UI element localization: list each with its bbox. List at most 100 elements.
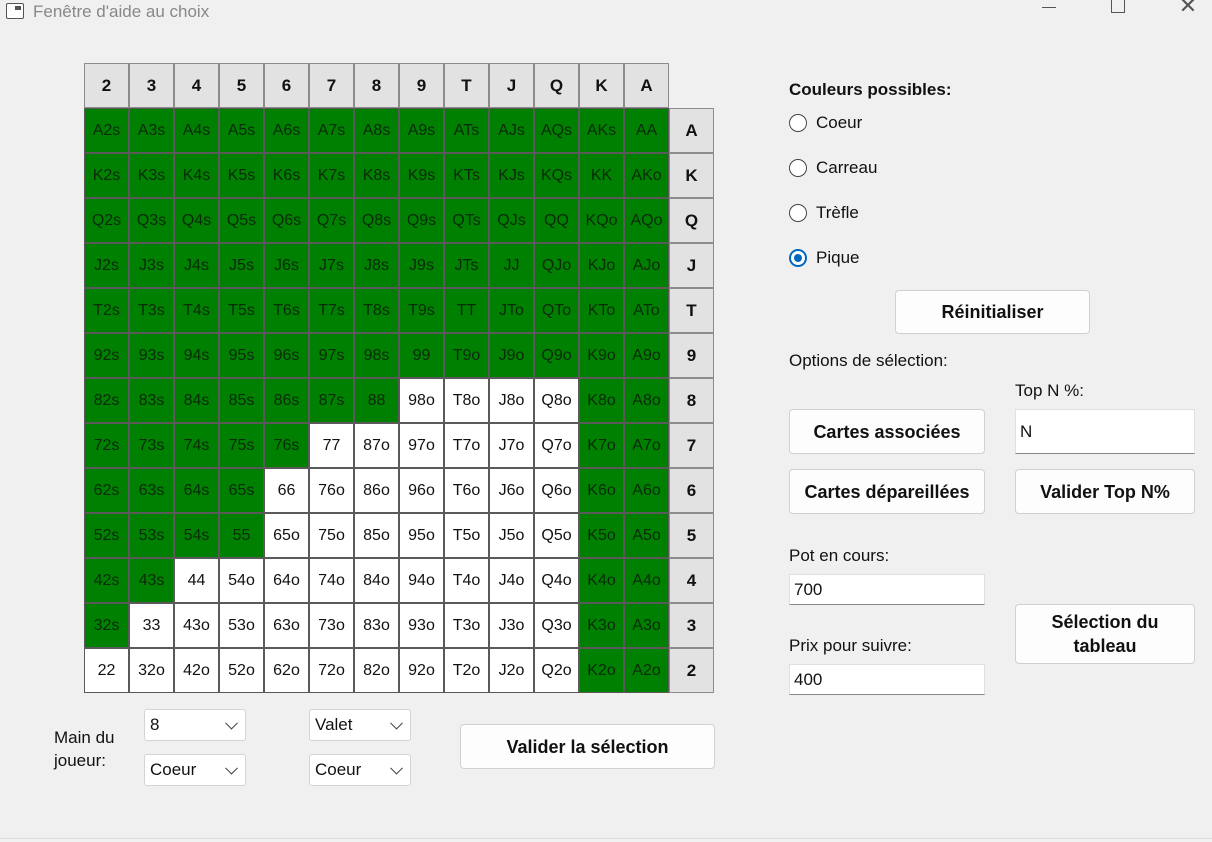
radio-trefle[interactable]: Trèfle [789, 203, 859, 223]
hand-cell[interactable]: K4o [579, 558, 624, 603]
hand-cell[interactable]: T2o [444, 648, 489, 693]
hand-cell[interactable]: 82o [354, 648, 399, 693]
hand-cell[interactable]: 94s [174, 333, 219, 378]
hand-cell[interactable]: K8o [579, 378, 624, 423]
hand-cell[interactable]: T8s [354, 288, 399, 333]
hand-cell[interactable]: A6s [264, 108, 309, 153]
hand-cell[interactable]: J4s [174, 243, 219, 288]
hand-cell[interactable]: KJs [489, 153, 534, 198]
hand-cell[interactable]: 97s [309, 333, 354, 378]
radio-pique[interactable]: Pique [789, 248, 859, 268]
hand-cell[interactable]: K8s [354, 153, 399, 198]
maximize-button[interactable] [1095, 0, 1141, 24]
hand-cell[interactable]: 95s [219, 333, 264, 378]
hand-cell[interactable]: Q3s [129, 198, 174, 243]
hand-cell[interactable]: J2s [84, 243, 129, 288]
hand-cell[interactable]: K4s [174, 153, 219, 198]
hand-cell[interactable]: 42o [174, 648, 219, 693]
hand-cell[interactable]: T9s [399, 288, 444, 333]
validate-top-n-button[interactable]: Valider Top N% [1015, 469, 1195, 514]
hand-cell[interactable]: J3s [129, 243, 174, 288]
hand-cell[interactable]: T7o [444, 423, 489, 468]
hand-cell[interactable]: J8s [354, 243, 399, 288]
hand-cell[interactable]: Q4o [534, 558, 579, 603]
hand-cell[interactable]: 75o [309, 513, 354, 558]
hand-cell[interactable]: Q8o [534, 378, 579, 423]
hand-cell[interactable]: J7s [309, 243, 354, 288]
radio-carreau[interactable]: Carreau [789, 158, 877, 178]
hand-cell[interactable]: QTs [444, 198, 489, 243]
pot-input[interactable]: 700 [789, 574, 985, 605]
hand-cell[interactable]: 54s [174, 513, 219, 558]
hand-cell[interactable]: J5o [489, 513, 534, 558]
hand-cell[interactable]: 87s [309, 378, 354, 423]
hand-cell[interactable]: A4o [624, 558, 669, 603]
hand-cell[interactable]: Q7s [309, 198, 354, 243]
close-button[interactable]: ✕ [1165, 0, 1211, 24]
hand-cell[interactable]: K7s [309, 153, 354, 198]
hand-cell[interactable]: J7o [489, 423, 534, 468]
validate-selection-button[interactable]: Valider la sélection [460, 724, 715, 769]
hand-cell[interactable]: QQ [534, 198, 579, 243]
hand-cell[interactable]: 52o [219, 648, 264, 693]
hand-cell[interactable]: JJ [489, 243, 534, 288]
hand-cell[interactable]: AA [624, 108, 669, 153]
hand-cell[interactable]: 62s [84, 468, 129, 513]
hand-cell[interactable]: 54o [219, 558, 264, 603]
hand-cell[interactable]: 86o [354, 468, 399, 513]
hand-cell[interactable]: KTo [579, 288, 624, 333]
hand-cell[interactable]: KQs [534, 153, 579, 198]
hand-cell[interactable]: A7s [309, 108, 354, 153]
hand-cell[interactable]: T4s [174, 288, 219, 333]
hand-cell[interactable]: A5o [624, 513, 669, 558]
hand-cell[interactable]: T8o [444, 378, 489, 423]
hand-cell[interactable]: 63s [129, 468, 174, 513]
hand-cell[interactable]: 93o [399, 603, 444, 648]
hand-cell[interactable]: J6s [264, 243, 309, 288]
hand-cell[interactable]: KK [579, 153, 624, 198]
hand-cell[interactable]: K2o [579, 648, 624, 693]
reset-button[interactable]: Réinitialiser [895, 290, 1090, 334]
hand-cell[interactable]: 53s [129, 513, 174, 558]
top-n-input[interactable]: N [1015, 409, 1195, 454]
hand-cell[interactable]: TT [444, 288, 489, 333]
hand-cell[interactable]: 73o [309, 603, 354, 648]
hand-cell[interactable]: A4s [174, 108, 219, 153]
hand-cell[interactable]: 84s [174, 378, 219, 423]
hand-cell[interactable]: 97o [399, 423, 444, 468]
hand-cell[interactable]: 64s [174, 468, 219, 513]
hand-cell[interactable]: 84o [354, 558, 399, 603]
hand-cell[interactable]: K3s [129, 153, 174, 198]
hand-cell[interactable]: AJo [624, 243, 669, 288]
hand-cell[interactable]: 55 [219, 513, 264, 558]
hand-cell[interactable]: Q9s [399, 198, 444, 243]
hand-cell[interactable]: J9o [489, 333, 534, 378]
hand-cell[interactable]: T3s [129, 288, 174, 333]
hand-cell[interactable]: Q5s [219, 198, 264, 243]
hand-cell[interactable]: A5s [219, 108, 264, 153]
hand-cell[interactable]: 98s [354, 333, 399, 378]
hand-cell[interactable]: JTs [444, 243, 489, 288]
hand-cell[interactable]: 96s [264, 333, 309, 378]
hand-cell[interactable]: 43s [129, 558, 174, 603]
hand-cell[interactable]: QJo [534, 243, 579, 288]
hand-cell[interactable]: Q2s [84, 198, 129, 243]
hand-cell[interactable]: Q4s [174, 198, 219, 243]
hand-cell[interactable]: 99 [399, 333, 444, 378]
hand-cell[interactable]: 83s [129, 378, 174, 423]
hand-cell[interactable]: ATs [444, 108, 489, 153]
hand-cell[interactable]: K9s [399, 153, 444, 198]
hand-cell[interactable]: KTs [444, 153, 489, 198]
hand-cell[interactable]: 22 [84, 648, 129, 693]
hand-cell[interactable]: Q3o [534, 603, 579, 648]
hand-cell[interactable]: A6o [624, 468, 669, 513]
hand-cell[interactable]: 85o [354, 513, 399, 558]
hand-cell[interactable]: AKo [624, 153, 669, 198]
hand-cell[interactable]: 95o [399, 513, 444, 558]
card1-rank-select[interactable]: 8 [144, 709, 246, 741]
hand-cell[interactable]: QTo [534, 288, 579, 333]
hand-cell[interactable]: 74s [174, 423, 219, 468]
hand-cell[interactable]: K9o [579, 333, 624, 378]
hand-cell[interactable]: K5o [579, 513, 624, 558]
hand-cell[interactable]: AKs [579, 108, 624, 153]
